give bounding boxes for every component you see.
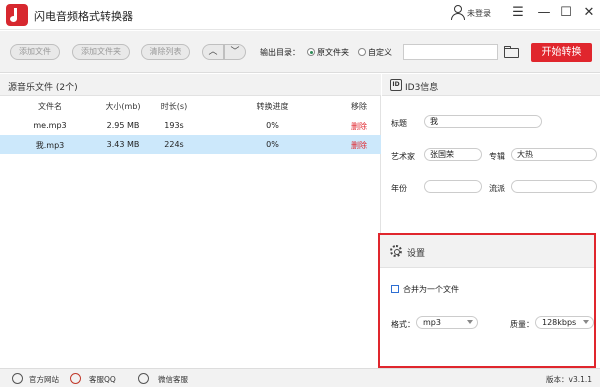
chevron-up-icon: ︿	[208, 47, 218, 57]
column-header-size: 大小(mb)	[105, 102, 141, 111]
version-label: 版本：v3.1.1	[546, 375, 593, 384]
cell-progress: 0%	[266, 140, 279, 149]
add-folder-button[interactable]: 添加文件夹	[72, 44, 130, 60]
radio-source-folder[interactable]	[307, 48, 315, 56]
gear-icon	[390, 245, 402, 257]
login-status[interactable]: 未登录	[467, 8, 491, 19]
column-header-name: 文件名	[38, 102, 62, 111]
quality-value: 128kbps	[542, 318, 577, 327]
title-bar: 闪电音频格式转换器 未登录 ☰ — ☐ ✕	[0, 0, 600, 30]
remove-link[interactable]: 删除	[345, 140, 373, 151]
radio-source-folder-label[interactable]: 原文件夹	[317, 47, 349, 58]
year-input[interactable]	[424, 180, 482, 193]
output-path-input[interactable]	[403, 44, 498, 60]
cell-file-size: 2.95 MB	[106, 121, 140, 130]
file-list-title: 源音乐文件 (2个)	[8, 83, 78, 93]
quality-select[interactable]: 128kbps	[535, 316, 594, 329]
qq-icon[interactable]	[70, 373, 81, 384]
file-list-header: 源音乐文件 (2个)	[0, 74, 381, 96]
album-input[interactable]: 大热	[511, 148, 597, 161]
maximize-icon[interactable]: ☐	[557, 4, 575, 22]
menu-icon[interactable]: ☰	[509, 4, 527, 22]
title-label: 标题	[391, 119, 407, 128]
close-icon[interactable]: ✕	[580, 4, 598, 22]
footer: 官方网站 客服QQ 微信客服 版本：v3.1.1	[0, 368, 600, 387]
move-up-button[interactable]: ︿	[202, 44, 224, 60]
wechat-support-link[interactable]: 微信客服	[158, 374, 188, 385]
radio-custom[interactable]	[358, 48, 366, 56]
move-down-button[interactable]: ﹀	[224, 44, 246, 60]
file-list-panel: 源音乐文件 (2个) 文件名 大小(mb) 时长(s) 转换进度 移除 me.m…	[0, 74, 381, 364]
id3-icon: ID	[390, 79, 402, 91]
merge-checkbox[interactable]	[391, 285, 399, 293]
title-input[interactable]: 我	[424, 115, 542, 128]
id3-title: ID3信息	[405, 83, 439, 93]
settings-header: 设置	[380, 235, 594, 268]
column-header-duration: 时长(s)	[160, 102, 188, 111]
cell-duration: 224s	[164, 140, 184, 149]
user-icon[interactable]	[451, 5, 465, 21]
official-site-link[interactable]: 官方网站	[29, 374, 59, 385]
column-header-progress: 转换进度	[256, 102, 289, 111]
genre-input[interactable]	[511, 180, 597, 193]
home-icon[interactable]	[12, 373, 23, 384]
wechat-icon[interactable]	[138, 373, 149, 384]
table-row[interactable]: 我.mp3 3.43 MB 224s 0% 删除	[0, 135, 381, 154]
folder-icon[interactable]	[504, 46, 520, 58]
artist-label: 艺术家	[391, 152, 415, 161]
radio-custom-label[interactable]: 自定义	[368, 47, 392, 58]
dropdown-arrow-icon	[583, 320, 589, 324]
output-dir-label: 输出目录：	[260, 48, 300, 57]
album-label: 专辑	[489, 152, 505, 161]
table-row[interactable]: me.mp3 2.95 MB 193s 0% 删除	[0, 116, 381, 135]
column-header-remove: 移除	[351, 102, 367, 111]
toolbar: 添加文件 添加文件夹 清除列表 ︿ ﹀ 输出目录： 原文件夹 自定义 开始转换	[0, 31, 600, 73]
settings-panel: 设置 合并为一个文件 格式： mp3 质量： 128kbps	[378, 233, 596, 368]
artist-input[interactable]: 张国荣	[424, 148, 482, 161]
start-convert-button[interactable]: 开始转换	[531, 43, 592, 62]
year-label: 年份	[391, 184, 407, 193]
app-logo-icon	[6, 4, 28, 26]
format-value: mp3	[423, 318, 441, 327]
format-select[interactable]: mp3	[416, 316, 478, 329]
clear-list-button[interactable]: 清除列表	[141, 44, 190, 60]
chevron-down-icon: ﹀	[230, 47, 240, 57]
cell-duration: 193s	[164, 121, 184, 130]
merge-label[interactable]: 合并为一个文件	[403, 284, 459, 295]
dropdown-arrow-icon	[467, 320, 473, 324]
genre-label: 流派	[489, 184, 505, 193]
cell-file-name: me.mp3	[33, 121, 67, 130]
settings-title: 设置	[407, 249, 426, 259]
remove-link[interactable]: 删除	[345, 121, 373, 132]
cell-file-name: 我.mp3	[35, 141, 65, 150]
minimize-icon[interactable]: —	[535, 4, 553, 22]
format-label: 格式：	[391, 320, 415, 329]
quality-label: 质量：	[510, 320, 534, 329]
add-file-button[interactable]: 添加文件	[10, 44, 60, 60]
cell-progress: 0%	[266, 121, 279, 130]
cell-file-size: 3.43 MB	[106, 140, 140, 149]
app-title: 闪电音频格式转换器	[34, 10, 133, 23]
qq-support-link[interactable]: 客服QQ	[89, 374, 116, 385]
id3-header: ID ID3信息	[382, 74, 600, 96]
